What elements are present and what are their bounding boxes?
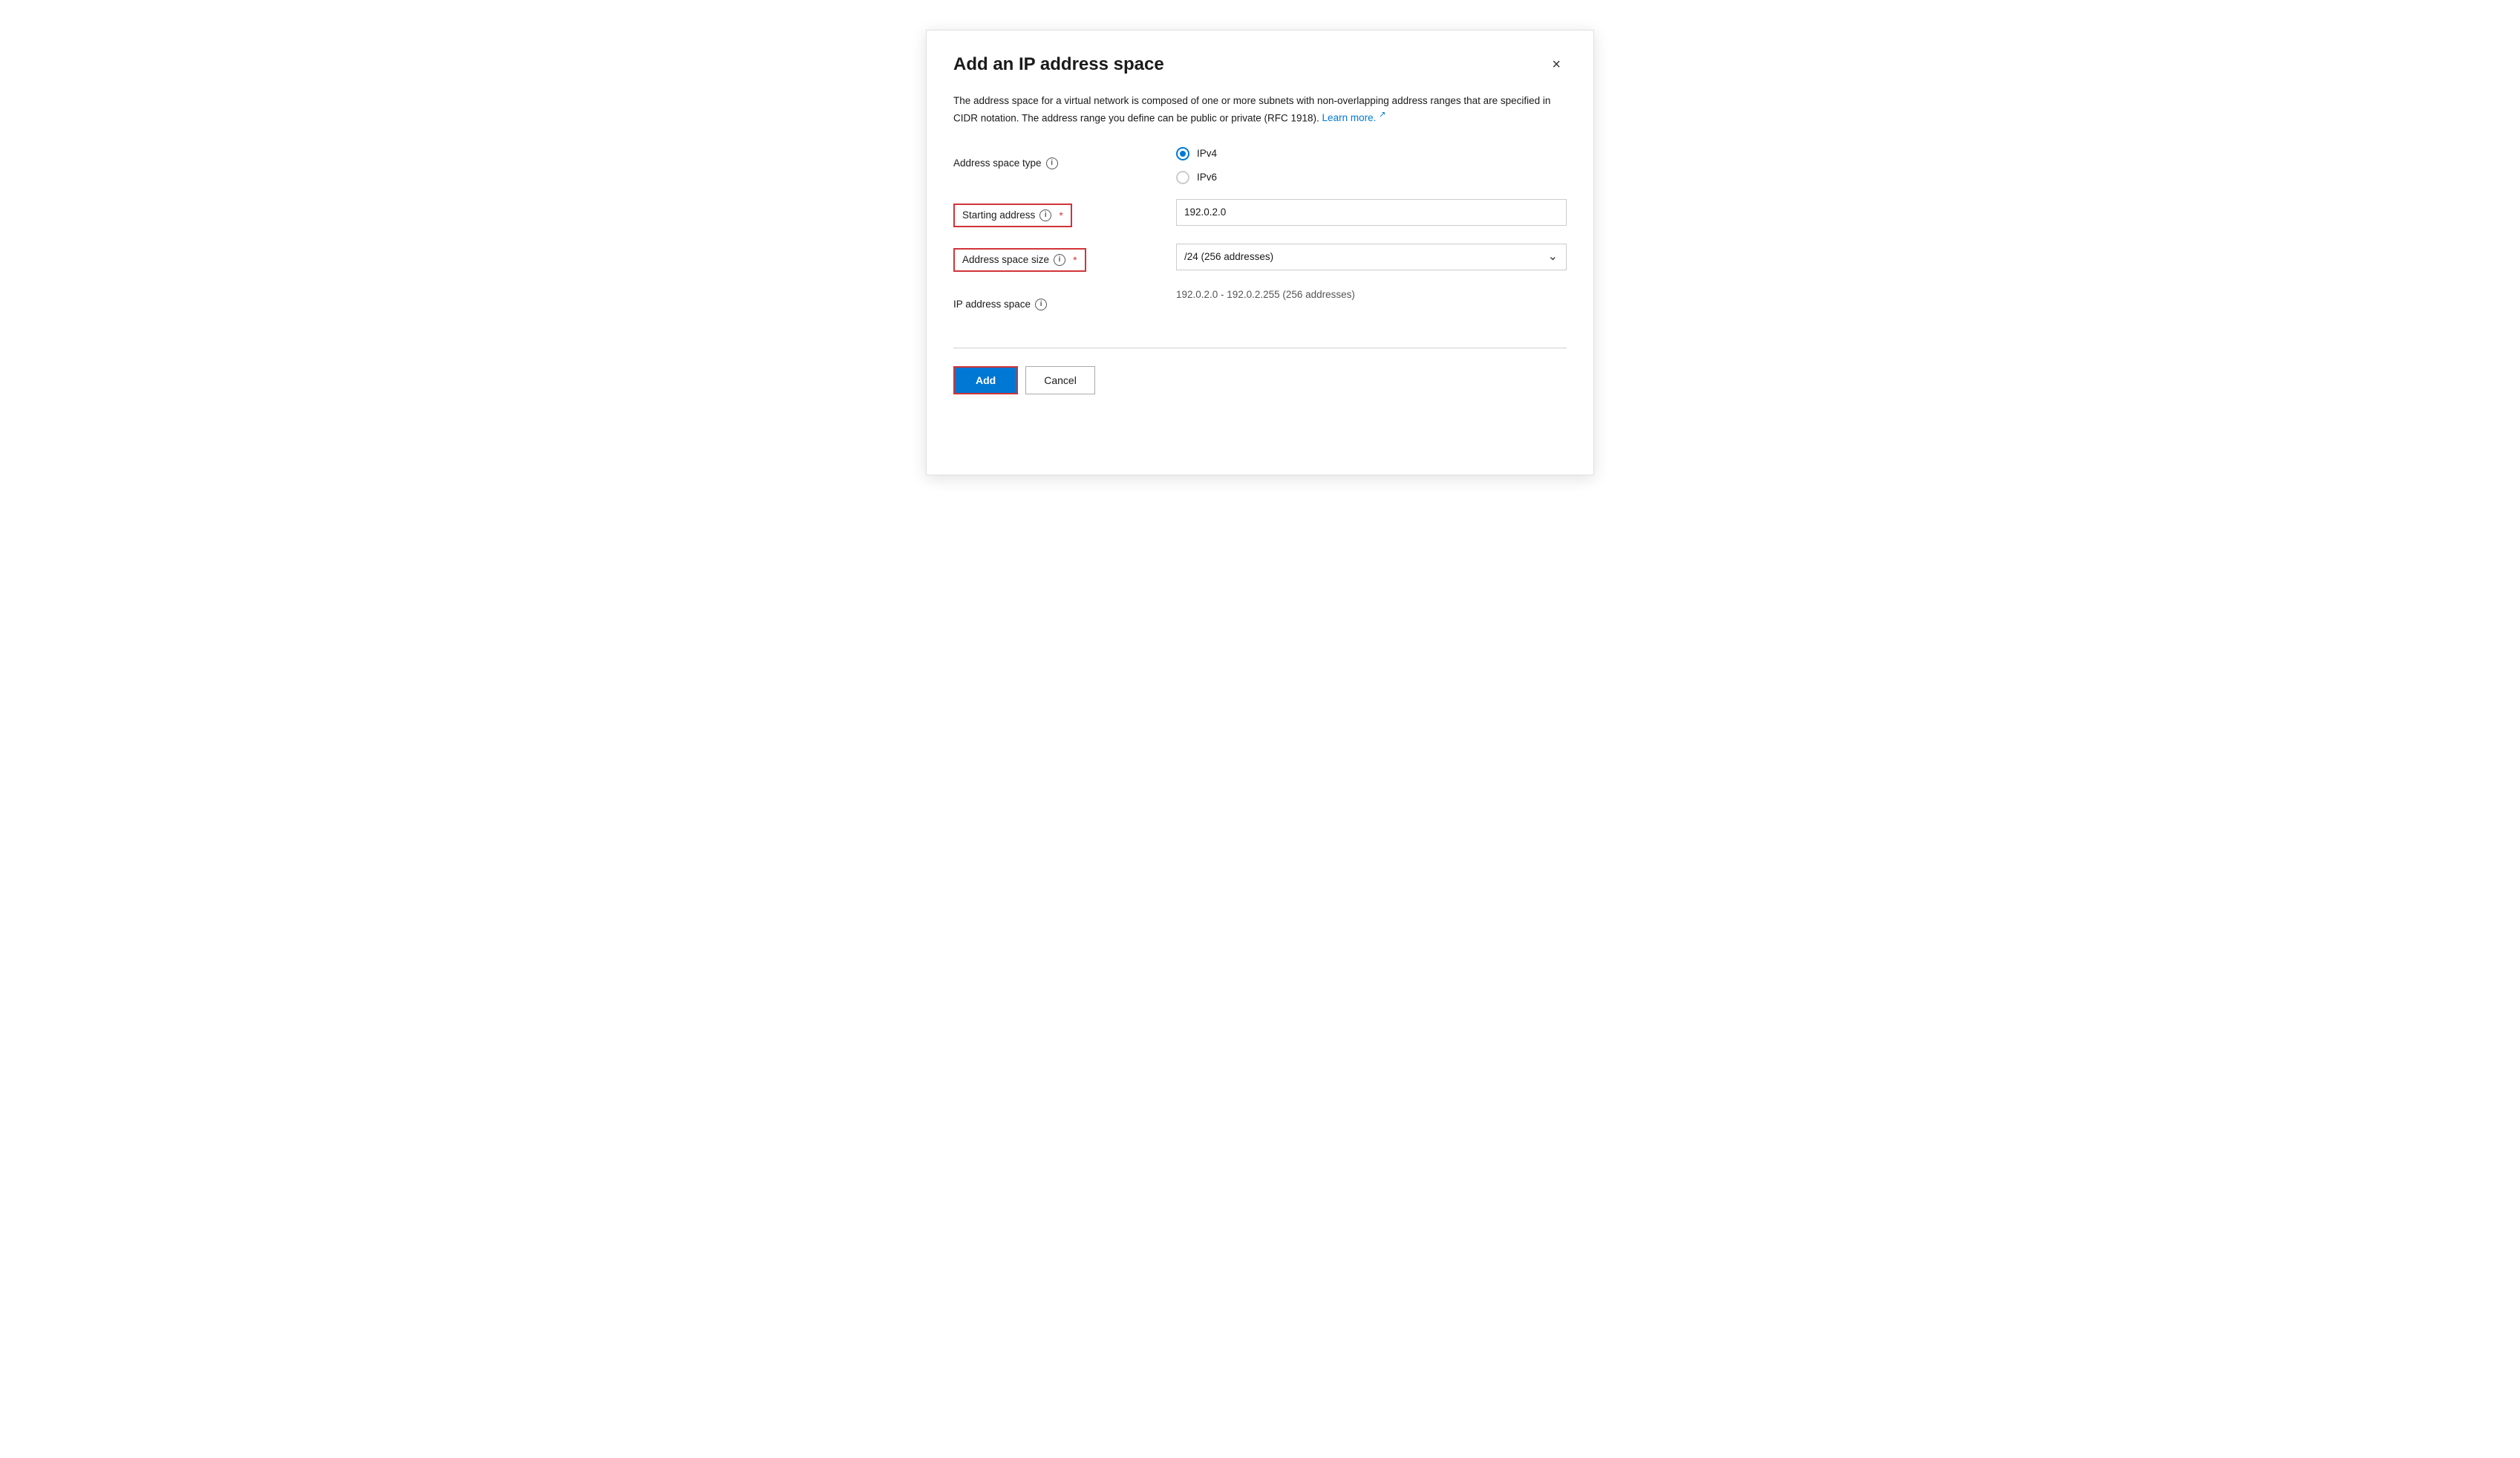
address-space-type-label: Address space type i — [953, 152, 1161, 169]
add-button[interactable]: Add — [953, 366, 1018, 394]
address-space-size-row: Address space size i * /24 (256 addresse… — [953, 244, 1567, 273]
radio-ipv6[interactable] — [1176, 171, 1189, 184]
starting-address-control — [1161, 199, 1567, 226]
radio-ipv4[interactable] — [1176, 147, 1189, 160]
starting-address-row: Starting address i * — [953, 199, 1567, 229]
ip-address-space-label: IP address space i — [953, 293, 1161, 310]
ip-address-space-info-icon[interactable]: i — [1035, 299, 1047, 310]
radio-item-ipv4[interactable]: IPv4 — [1176, 147, 1567, 160]
cancel-button[interactable]: Cancel — [1025, 366, 1095, 394]
address-space-size-label-wrapper: Address space size i * — [953, 244, 1161, 272]
radio-group-ip-version: IPv4 IPv6 — [1176, 147, 1567, 184]
address-space-size-label-text: Address space size — [962, 254, 1049, 265]
starting-address-label-highlighted: Starting address i * — [953, 204, 1072, 227]
starting-address-info-icon[interactable]: i — [1039, 209, 1051, 221]
starting-address-label-text: Starting address — [962, 209, 1035, 221]
ip-address-space-label-wrapper: IP address space i — [953, 288, 1161, 310]
dialog-title: Add an IP address space — [953, 54, 1164, 75]
button-row: Add Cancel — [953, 366, 1567, 394]
description-text: The address space for a virtual network … — [953, 95, 1550, 123]
starting-address-label-wrapper: Starting address i * — [953, 199, 1161, 227]
starting-address-required: * — [1059, 209, 1062, 221]
address-space-size-required: * — [1073, 254, 1077, 266]
add-ip-address-space-dialog: Add an IP address space × The address sp… — [926, 30, 1594, 475]
radio-ipv4-label: IPv4 — [1197, 148, 1217, 159]
dialog-header: Add an IP address space × — [953, 54, 1567, 75]
address-space-type-control: IPv4 IPv6 — [1161, 147, 1567, 184]
address-space-size-info-icon[interactable]: i — [1054, 254, 1065, 266]
starting-address-input[interactable] — [1176, 199, 1567, 226]
ip-address-space-label-text: IP address space — [953, 299, 1031, 310]
address-space-size-control: /24 (256 addresses) /25 (128 addresses) … — [1161, 244, 1567, 270]
learn-more-text: Learn more. — [1322, 112, 1377, 123]
external-link-icon: ↗ — [1379, 111, 1385, 120]
address-space-size-label-highlighted: Address space size i * — [953, 248, 1086, 272]
radio-ipv6-label: IPv6 — [1197, 172, 1217, 183]
learn-more-link[interactable]: Learn more. ↗ — [1322, 112, 1386, 123]
address-space-type-label-text: Address space type — [953, 157, 1042, 169]
ip-address-space-row: IP address space i 192.0.2.0 - 192.0.2.2… — [953, 288, 1567, 318]
close-button[interactable]: × — [1546, 54, 1567, 75]
form-section: Address space type i IPv4 IPv6 — [953, 147, 1567, 318]
radio-item-ipv6[interactable]: IPv6 — [1176, 171, 1567, 184]
address-space-type-label-wrapper: Address space type i — [953, 147, 1161, 169]
ip-address-space-value-area: 192.0.2.0 - 192.0.2.255 (256 addresses) — [1161, 288, 1567, 300]
address-space-type-row: Address space type i IPv4 IPv6 — [953, 147, 1567, 184]
dialog-description: The address space for a virtual network … — [953, 93, 1567, 126]
address-space-size-select-wrapper: /24 (256 addresses) /25 (128 addresses) … — [1176, 244, 1567, 270]
address-space-size-select[interactable]: /24 (256 addresses) /25 (128 addresses) … — [1176, 244, 1567, 270]
address-space-type-info-icon[interactable]: i — [1046, 157, 1058, 169]
ip-address-space-value: 192.0.2.0 - 192.0.2.255 (256 addresses) — [1176, 283, 1355, 300]
